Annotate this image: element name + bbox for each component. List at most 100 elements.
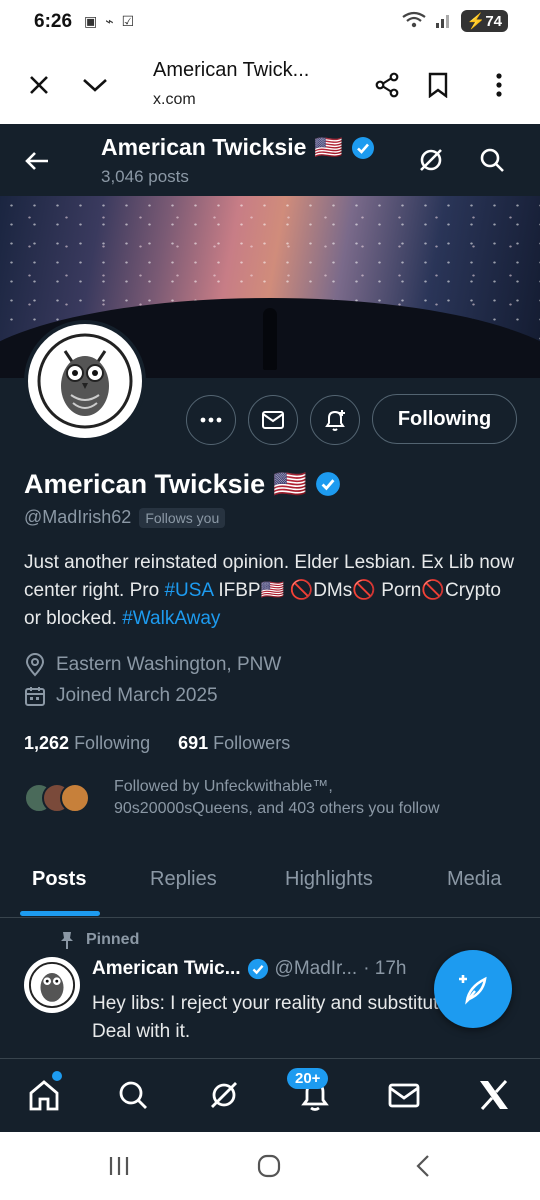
back-system-button[interactable] — [403, 1150, 443, 1182]
bell-plus-icon — [325, 410, 345, 431]
chevron-left-icon — [416, 1155, 429, 1177]
post-time: · 17h — [363, 958, 407, 979]
owl-avatar-icon — [28, 961, 76, 1009]
following-label: Following — [74, 733, 151, 753]
prohibited-icon: 🚫 — [289, 580, 314, 601]
message-button[interactable] — [248, 395, 298, 445]
followed-by-row[interactable]: Followed by Unfeckwithable™, 90s20000sQu… — [24, 776, 440, 820]
nav-x[interactable] — [474, 1075, 514, 1115]
following-button[interactable]: Following — [372, 394, 517, 444]
us-flag-emoji: 🇺🇸 — [260, 580, 285, 601]
nav-search[interactable] — [113, 1075, 153, 1115]
home-circle-icon — [257, 1154, 281, 1178]
check-icon: ☑ — [121, 13, 135, 29]
notify-button[interactable] — [310, 395, 360, 445]
more-actions-button[interactable] — [186, 395, 236, 445]
location-text: Eastern Washington, PNW — [56, 654, 282, 675]
profile-name: American Twicksie 🇺🇸 — [24, 468, 341, 500]
location-row: Eastern Washington, PNW — [24, 653, 281, 677]
status-notification-icons: ▣ ⌁ ☑ — [84, 13, 134, 30]
close-icon — [30, 76, 48, 94]
compose-post-button[interactable] — [434, 950, 512, 1028]
profile-header-bar: American Twicksie 🇺🇸 3,046 posts — [0, 124, 540, 196]
compose-feather-icon — [459, 975, 487, 1005]
post-author-handle: @MadIr... — [274, 958, 358, 979]
wifi-icon — [401, 11, 427, 32]
calendar-icon — [25, 687, 45, 706]
search-icon — [119, 1081, 147, 1109]
pinned-label: Pinned — [58, 930, 139, 950]
share-icon — [375, 72, 399, 98]
notifications-badge: 20+ — [287, 1068, 329, 1089]
kebab-menu-icon — [496, 73, 502, 97]
tab-posts[interactable]: Posts — [32, 868, 86, 891]
tab-highlights[interactable]: Highlights — [285, 868, 373, 891]
status-time: 6:26 — [34, 11, 73, 32]
back-button[interactable] — [20, 144, 54, 178]
home-notification-dot — [52, 1071, 62, 1081]
home-icon — [29, 1080, 59, 1111]
status-bar: 6:26 ▣ ⌁ ☑ ⚡74 — [0, 0, 540, 46]
nav-grok[interactable] — [204, 1075, 244, 1115]
bottom-navigation: 20+ — [0, 1058, 540, 1132]
grok-icon — [420, 149, 442, 171]
post-avatar[interactable] — [24, 957, 80, 1013]
follows-you-badge: Follows you — [139, 507, 226, 528]
followers-stat[interactable]: 691 Followers — [178, 733, 290, 754]
bookmark-button[interactable] — [419, 66, 457, 104]
header-name-text: American Twicksie — [101, 134, 307, 160]
profile-avatar[interactable] — [24, 320, 146, 442]
close-tab-button[interactable] — [20, 66, 58, 104]
battery-indicator: ⚡74 — [460, 10, 508, 32]
bio-text: Porn — [381, 580, 422, 601]
prohibited-icon: 🚫 — [352, 580, 376, 601]
android-navigation-bar — [0, 1132, 540, 1200]
verified-badge-icon — [315, 472, 340, 496]
bookmark-icon — [428, 72, 448, 98]
bio-text: DMs — [313, 580, 353, 601]
post-author-name[interactable]: American Twic... — [92, 958, 241, 980]
hashtag-walkaway-link[interactable]: #WalkAway — [122, 608, 220, 629]
following-stat[interactable]: 1,262 Following — [24, 733, 150, 754]
x-logo-icon — [480, 1079, 508, 1111]
followed-by-line-2: 90s20000sQueens, and 403 others you foll… — [114, 800, 440, 817]
nav-messages[interactable] — [384, 1075, 424, 1115]
pinned-text: Pinned — [86, 931, 140, 948]
post-count: 3,046 posts — [101, 167, 189, 186]
search-button[interactable] — [474, 142, 510, 178]
status-right: ⚡74 — [401, 10, 508, 32]
bio-text: IFBP — [213, 580, 261, 601]
screenshot-icon: ▣ — [84, 13, 98, 29]
header-name: American Twicksie 🇺🇸 — [101, 134, 375, 161]
post-header: American Twic... @MadIr... · 17h — [92, 958, 407, 980]
followers-count: 691 — [178, 733, 209, 753]
call-icon: ⌁ — [105, 13, 114, 29]
tab-media[interactable]: Media — [447, 868, 501, 891]
recent-apps-button[interactable] — [99, 1150, 139, 1182]
pin-icon — [61, 932, 73, 949]
location-pin-icon — [25, 653, 45, 677]
followed-by-line-1: Followed by Unfeckwithable™, — [114, 778, 333, 795]
battery-level: 74 — [485, 13, 502, 30]
nav-home[interactable] — [24, 1075, 64, 1115]
envelope-icon — [262, 411, 284, 429]
minimize-tab-button[interactable] — [76, 66, 114, 104]
home-button[interactable] — [249, 1150, 289, 1182]
grok-button[interactable] — [413, 142, 449, 178]
followers-label: Followers — [213, 733, 291, 753]
profile-name-text: American Twicksie — [24, 468, 266, 499]
prohibited-icon: 🚫 — [421, 580, 446, 601]
hashtag-usa-link[interactable]: #USA — [164, 580, 213, 601]
joined-row: Joined March 2025 — [24, 685, 218, 707]
mutual-avatars — [24, 783, 90, 813]
ellipsis-icon — [200, 417, 222, 423]
following-count: 1,262 — [24, 733, 70, 753]
share-button[interactable] — [368, 66, 406, 104]
joined-text: Joined March 2025 — [56, 685, 218, 706]
tab-replies[interactable]: Replies — [150, 868, 217, 891]
envelope-icon — [388, 1083, 420, 1108]
banner-silhouette — [263, 308, 277, 370]
followed-by-text: Followed by Unfeckwithable™, 90s20000sQu… — [114, 776, 440, 820]
more-options-button[interactable] — [480, 66, 518, 104]
mutual-avatar — [60, 783, 90, 813]
